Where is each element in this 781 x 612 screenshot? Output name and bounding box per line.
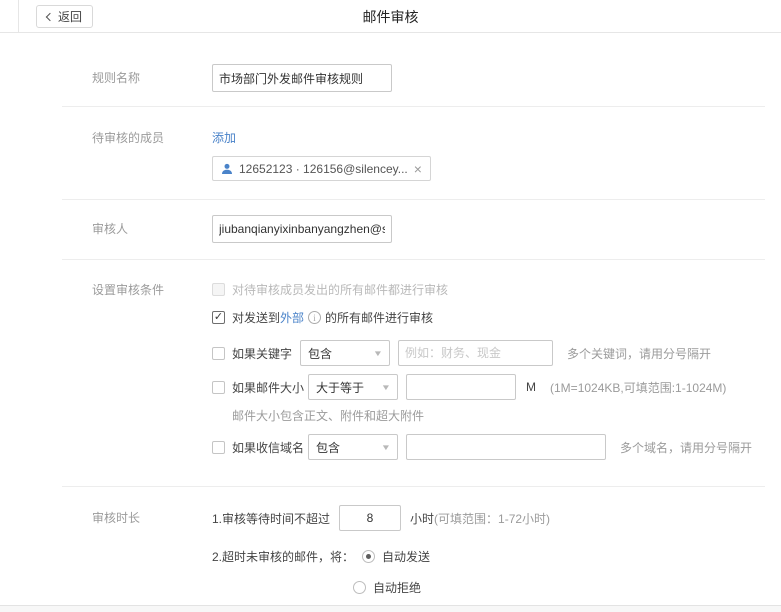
hours-hint: (可填范围：1-72小时) xyxy=(434,510,550,527)
chevron-down-icon: ▼ xyxy=(373,349,383,358)
size-operator-select[interactable]: 大于等于 ▼ xyxy=(308,374,398,400)
size-label: 如果邮件大小 xyxy=(232,379,304,396)
top-bar: 返回 邮件审核 xyxy=(0,0,781,33)
keyword-operator-select[interactable]: 包含 ▼ xyxy=(300,340,390,366)
external-label-suffix: 的所有邮件进行审核 xyxy=(325,309,433,326)
external-link[interactable]: 外部 xyxy=(280,309,304,326)
auto-reject-radio[interactable] xyxy=(353,581,366,594)
condition-size-row: 如果邮件大小 大于等于 ▼ M (1M=1024KB,可填范围:1-1024M) xyxy=(212,374,781,400)
domain-checkbox[interactable] xyxy=(212,441,225,454)
auto-reject-label: 自动拒绝 xyxy=(373,579,421,596)
rule-name-input[interactable] xyxy=(212,64,392,92)
size-input[interactable] xyxy=(406,374,516,400)
timeout-prefix: 2.超时未审核的邮件，将： xyxy=(212,548,354,565)
rule-name-label: 规则名称 xyxy=(92,64,212,92)
hours-prefix: 1.审核等待时间不超过 xyxy=(212,510,330,527)
members-label: 待审核的成员 xyxy=(92,129,212,181)
auto-send-label: 自动发送 xyxy=(382,548,430,565)
info-icon[interactable]: i xyxy=(308,311,321,324)
external-label-prefix: 对发送到 xyxy=(232,309,280,326)
duration-section: 审核时长 1.审核等待时间不超过 小时(可填范围：1-72小时) 2.超时未审核… xyxy=(0,487,781,596)
size-operator-value: 大于等于 xyxy=(316,379,364,396)
condition-domain-row: 如果收信域名 包含 ▼ 多个域名，请用分号隔开 xyxy=(212,434,781,460)
all-mail-checkbox[interactable] xyxy=(212,283,225,296)
condition-all-mail-row: 对待审核成员发出的所有邮件都进行审核 xyxy=(212,281,781,298)
rule-name-section: 规则名称 xyxy=(0,33,781,106)
auto-send-radio[interactable] xyxy=(362,550,375,563)
size-unit: M xyxy=(526,380,536,394)
condition-keyword-row: 如果关键字 包含 ▼ 多个关键词，请用分号隔开 xyxy=(212,340,781,366)
keyword-input[interactable] xyxy=(398,340,553,366)
size-note: 邮件大小包含正文、附件和超大附件 xyxy=(232,407,781,424)
chevron-down-icon: ▼ xyxy=(381,383,391,392)
members-section: 待审核的成员 添加 12652123 · 126156@silencey... … xyxy=(0,107,781,199)
domain-hint: 多个域名，请用分号隔开 xyxy=(620,439,752,456)
size-checkbox[interactable] xyxy=(212,381,225,394)
conditions-label: 设置审核条件 xyxy=(92,281,212,460)
auto-reject-row: 自动拒绝 xyxy=(353,579,781,596)
condition-external-row: 对发送到外部 i 的所有邮件进行审核 xyxy=(212,309,781,326)
auditor-input[interactable] xyxy=(212,215,392,243)
hours-input[interactable] xyxy=(339,505,401,531)
duration-label: 审核时长 xyxy=(92,505,212,596)
member-tag-label: 12652123 · 126156@silencey... xyxy=(239,162,408,176)
auditor-section: 审核人 xyxy=(0,200,781,259)
person-icon xyxy=(221,163,233,175)
domain-operator-select[interactable]: 包含 ▼ xyxy=(308,434,398,460)
all-mail-label: 对待审核成员发出的所有邮件都进行审核 xyxy=(232,281,448,298)
footer-strip xyxy=(0,605,781,612)
add-member-link[interactable]: 添加 xyxy=(212,131,236,145)
hours-unit: 小时 xyxy=(410,510,434,527)
remove-member-icon[interactable]: × xyxy=(414,162,422,176)
keyword-checkbox[interactable] xyxy=(212,347,225,360)
size-hint: (1M=1024KB,可填范围:1-1024M) xyxy=(550,379,726,396)
page-title: 邮件审核 xyxy=(0,0,781,33)
timeout-action-row: 2.超时未审核的邮件，将： 自动发送 xyxy=(212,548,781,565)
external-checkbox[interactable] xyxy=(212,311,225,324)
auditor-label: 审核人 xyxy=(92,215,212,243)
domain-label: 如果收信域名 xyxy=(232,439,304,456)
chevron-down-icon: ▼ xyxy=(381,443,391,452)
member-tag[interactable]: 12652123 · 126156@silencey... × xyxy=(212,156,431,181)
keyword-hint: 多个关键词，请用分号隔开 xyxy=(567,345,711,362)
keyword-operator-value: 包含 xyxy=(308,345,332,362)
keyword-label: 如果关键字 xyxy=(232,345,292,362)
domain-input[interactable] xyxy=(406,434,606,460)
duration-hours-row: 1.审核等待时间不超过 小时(可填范围：1-72小时) xyxy=(212,505,781,531)
domain-operator-value: 包含 xyxy=(316,439,340,456)
conditions-section: 设置审核条件 对待审核成员发出的所有邮件都进行审核 对发送到外部 i 的所有邮件进行… xyxy=(0,260,781,486)
